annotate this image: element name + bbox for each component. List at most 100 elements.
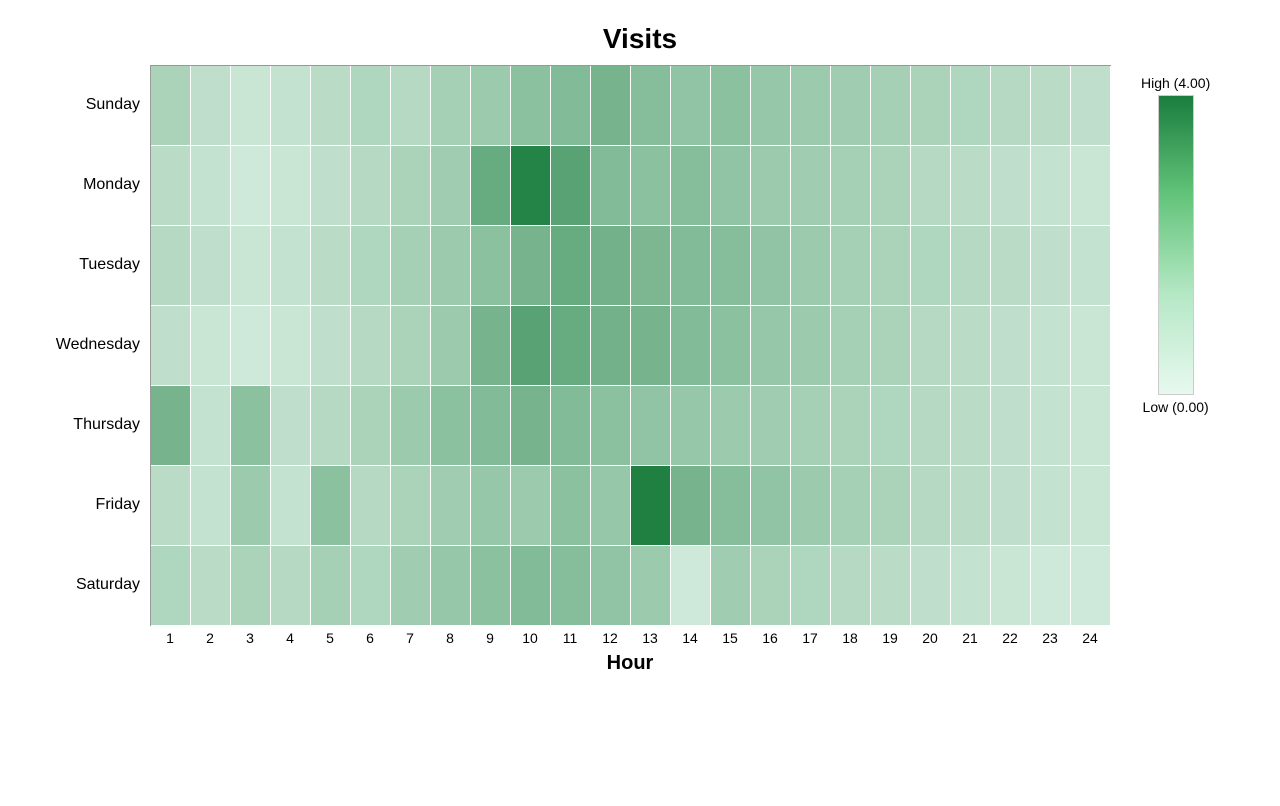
x-label: 6 (350, 630, 390, 646)
heatmap-cell (671, 306, 711, 386)
heatmap-cell (1071, 66, 1111, 146)
legend-bar (1158, 95, 1194, 395)
heatmap-cell (391, 306, 431, 386)
heatmap-cell (631, 546, 671, 626)
heatmap-cell (951, 386, 991, 466)
heatmap-cell (471, 66, 511, 146)
x-label: 18 (830, 630, 870, 646)
heatmap-cell (191, 306, 231, 386)
heatmap-cell (151, 466, 191, 546)
x-label: 20 (910, 630, 950, 646)
x-axis-labels: 123456789101112131415161718192021222324 (150, 630, 1110, 646)
heatmap-cell (151, 306, 191, 386)
heatmap-cell (191, 66, 231, 146)
x-label: 3 (230, 630, 270, 646)
heatmap-cell (631, 66, 671, 146)
heatmap-cell (631, 306, 671, 386)
heatmap-cell (391, 546, 431, 626)
heatmap-cell (871, 386, 911, 466)
heatmap-cell (391, 146, 431, 226)
legend-label-high: High (4.00) (1141, 75, 1210, 91)
x-label: 21 (950, 630, 990, 646)
heatmap-cell (351, 306, 391, 386)
heatmap-cell (591, 306, 631, 386)
heatmap-cell (951, 226, 991, 306)
heatmap-cell (591, 66, 631, 146)
heatmap-cell (271, 66, 311, 146)
heatmap-cell (1031, 466, 1071, 546)
heatmap-cell (311, 146, 351, 226)
heatmap-cell (191, 466, 231, 546)
heatmap-cell (711, 546, 751, 626)
heatmap-cell (1031, 306, 1071, 386)
heatmap-cell (151, 546, 191, 626)
heatmap-cell (951, 306, 991, 386)
heatmap-cell (351, 546, 391, 626)
heatmap-cell (631, 146, 671, 226)
heatmap-cell (711, 386, 751, 466)
heatmap-cell (191, 386, 231, 466)
heatmap-cell (831, 66, 871, 146)
x-label: 5 (310, 630, 350, 646)
heatmap-and-legend: 123456789101112131415161718192021222324 … (150, 65, 1210, 675)
heatmap-cell (1031, 146, 1071, 226)
heatmap-cell (631, 386, 671, 466)
heatmap-cell (391, 66, 431, 146)
x-label: 13 (630, 630, 670, 646)
heatmap-cell (751, 226, 791, 306)
heatmap-cell (1071, 226, 1111, 306)
y-label: Sunday (40, 65, 150, 145)
x-label: 24 (1070, 630, 1110, 646)
legend: High (4.00) Low (0.00) (1141, 75, 1210, 415)
heatmap-cell (431, 306, 471, 386)
y-label: Monday (40, 145, 150, 225)
heatmap-cell (871, 146, 911, 226)
heatmap-cell (991, 546, 1031, 626)
heatmap-cell (951, 466, 991, 546)
heatmap-cell (991, 386, 1031, 466)
heatmap-cell (431, 466, 471, 546)
heatmap-cell (831, 386, 871, 466)
y-label: Saturday (40, 545, 150, 625)
heatmap-cell (671, 466, 711, 546)
heatmap-cell (431, 146, 471, 226)
heatmap-cell (391, 386, 431, 466)
heatmap-cell (591, 466, 631, 546)
heatmap-cell (951, 66, 991, 146)
heatmap-cell (471, 386, 511, 466)
heatmap-cell (311, 546, 351, 626)
chart-body: SundayMondayTuesdayWednesdayThursdayFrid… (40, 65, 1240, 675)
heatmap-cell (791, 306, 831, 386)
heatmap-cell (471, 306, 511, 386)
heatmap-cell (671, 146, 711, 226)
heatmap-cell (631, 226, 671, 306)
y-label: Wednesday (40, 305, 150, 385)
heatmap-cell (511, 466, 551, 546)
x-label: 12 (590, 630, 630, 646)
heatmap-cell (271, 466, 311, 546)
heatmap-cell (831, 306, 871, 386)
heatmap-cell (551, 306, 591, 386)
heatmap-cell (311, 66, 351, 146)
heatmap-cell (151, 66, 191, 146)
heatmap-cell (151, 146, 191, 226)
heatmap-cell (671, 546, 711, 626)
heatmap-cell (151, 226, 191, 306)
heatmap-wrapper: 123456789101112131415161718192021222324 … (150, 65, 1111, 675)
heatmap-cell (671, 386, 711, 466)
heatmap-cell (711, 146, 751, 226)
heatmap-cell (711, 66, 751, 146)
heatmap-cell (231, 66, 271, 146)
heatmap-cell (671, 226, 711, 306)
heatmap-cell (1071, 306, 1111, 386)
heatmap-cell (631, 466, 671, 546)
heatmap-cell (791, 226, 831, 306)
x-label: 11 (550, 630, 590, 646)
heatmap-cell (191, 146, 231, 226)
heatmap-cell (991, 306, 1031, 386)
heatmap-cell (911, 546, 951, 626)
heatmap-cell (271, 226, 311, 306)
y-label: Friday (40, 465, 150, 545)
heatmap-cell (511, 546, 551, 626)
heatmap-cell (311, 306, 351, 386)
